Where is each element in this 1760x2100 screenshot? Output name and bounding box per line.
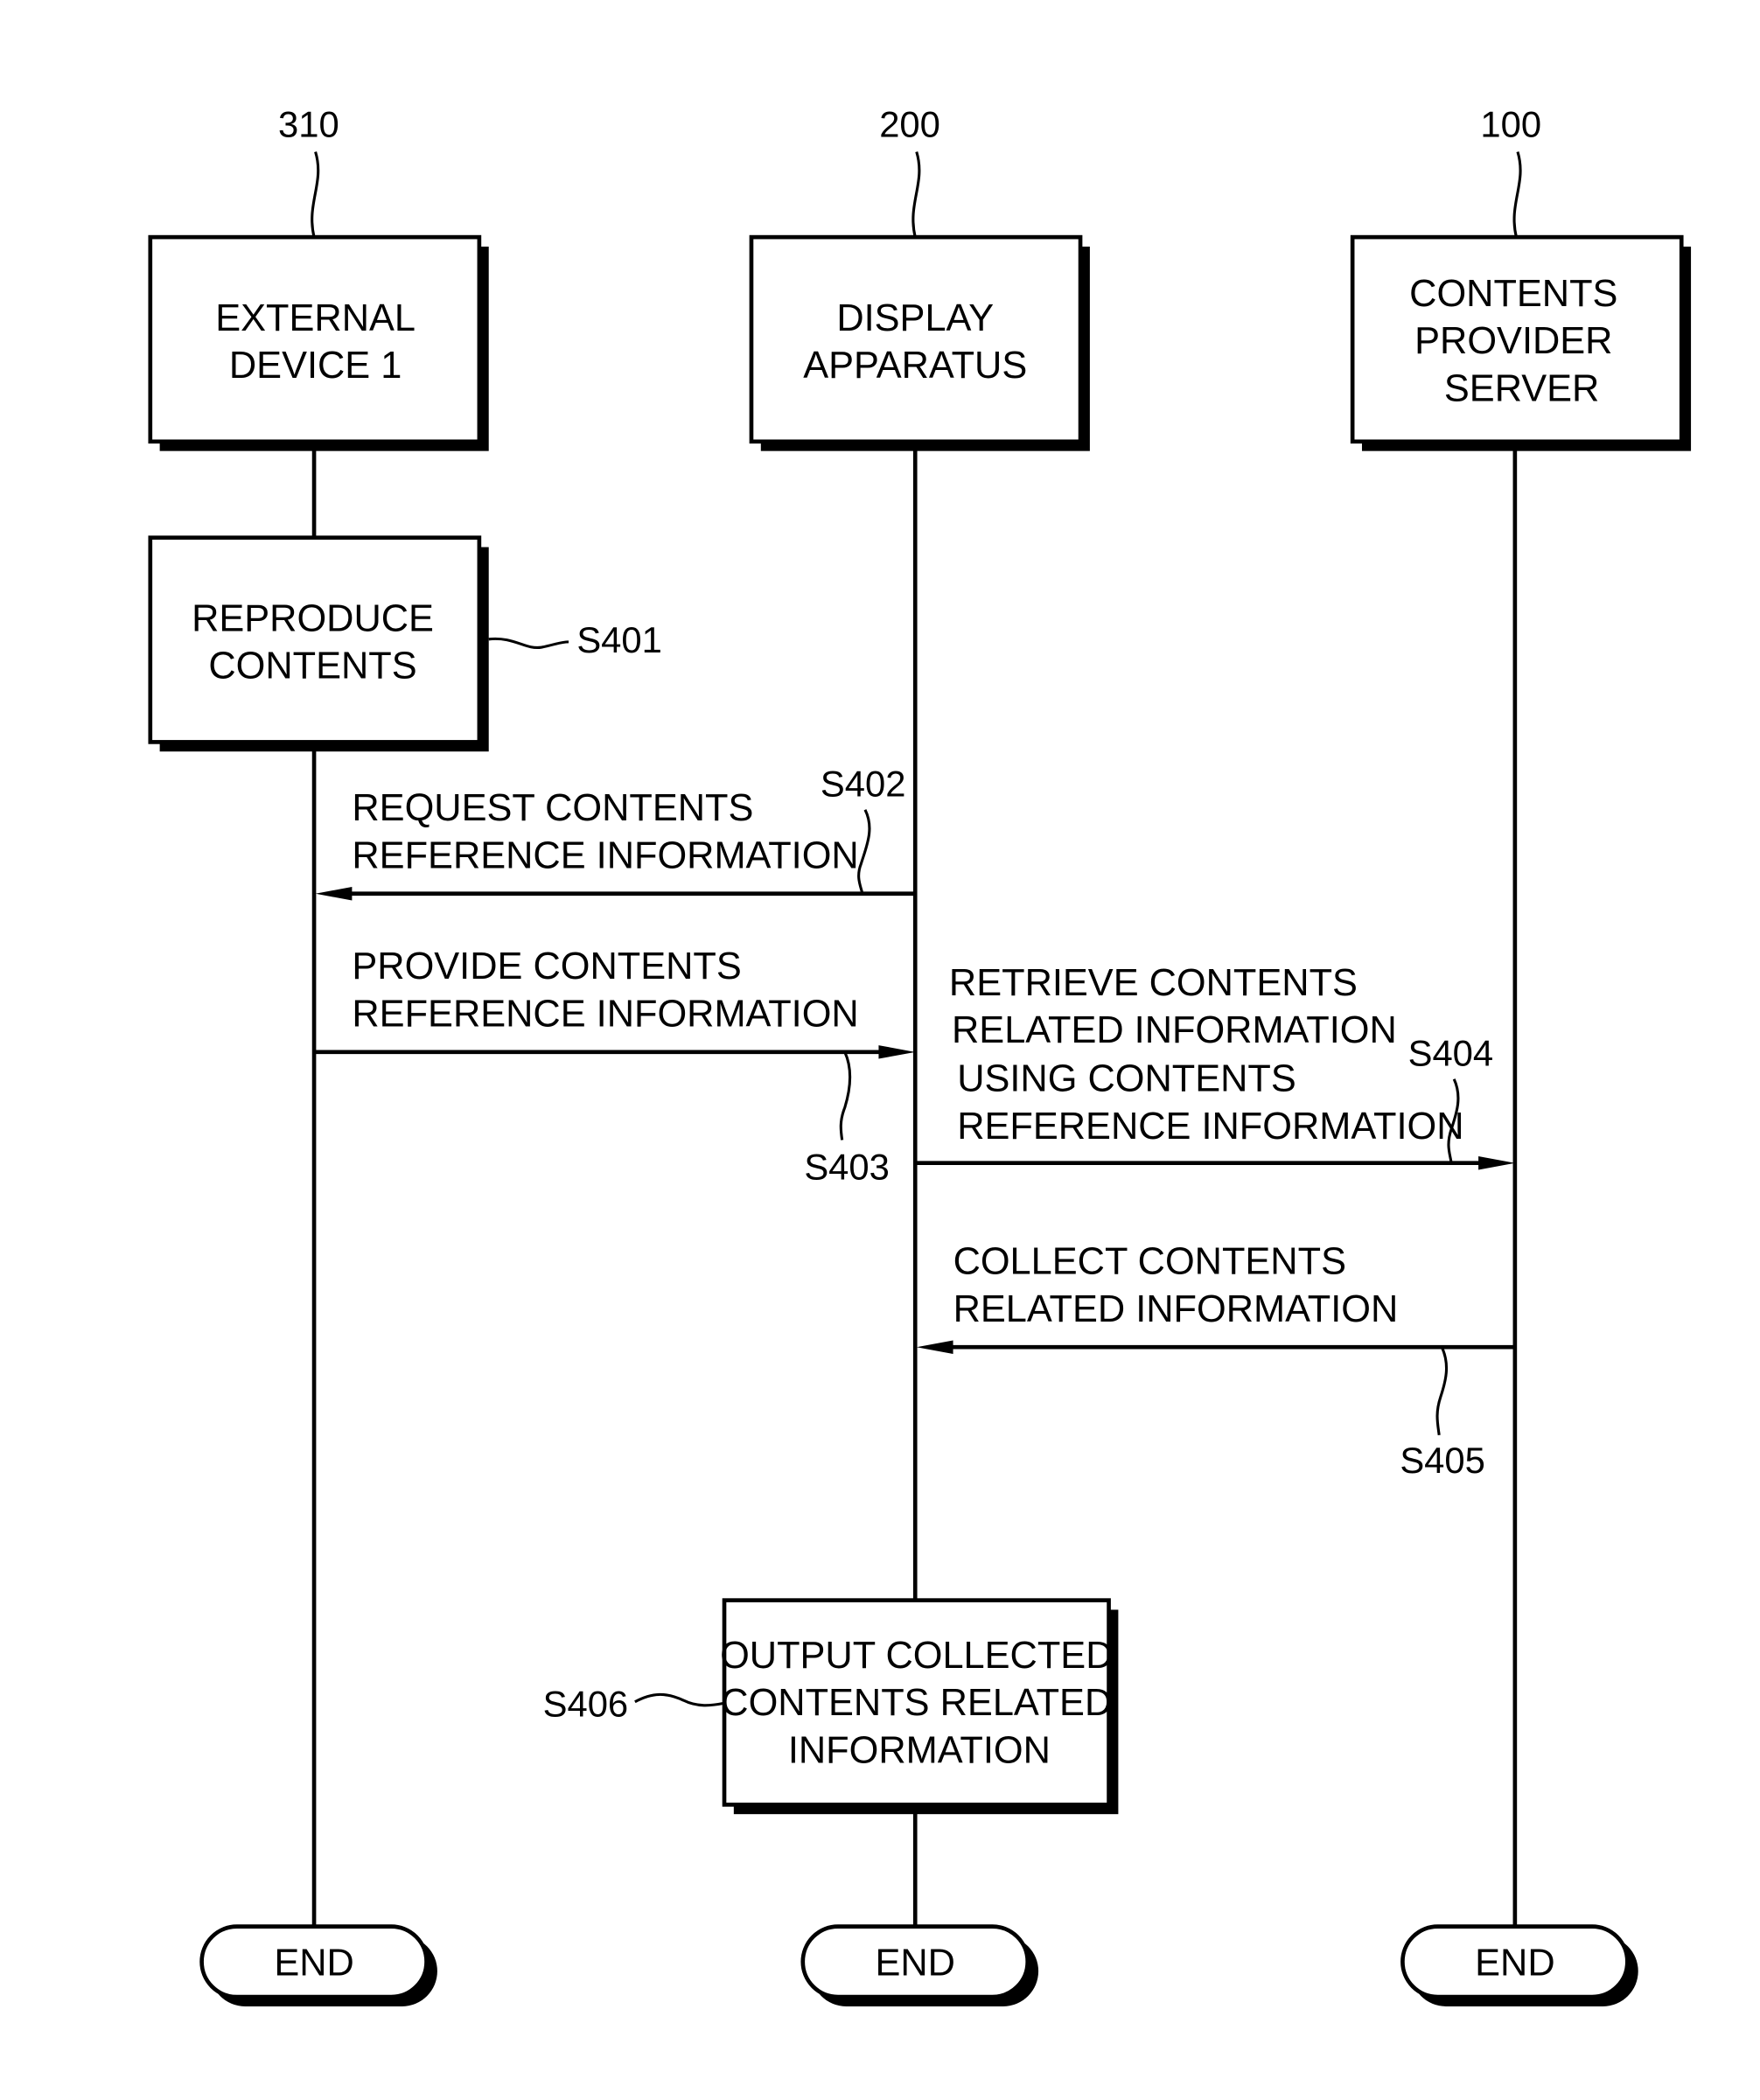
participant-box xyxy=(749,234,1083,444)
participant-ref-label: 200 xyxy=(879,104,940,145)
step-id-label: S405 xyxy=(1400,1440,1485,1481)
participant-label-line-1: DISPLAY xyxy=(836,297,994,339)
message-s405-collect-related-info: COLLECT CONTENTS RELATED INFORMATION S40… xyxy=(916,1241,1515,1481)
message-label-line-2: REFERENCE INFORMATION xyxy=(352,834,858,876)
ref-leader-line xyxy=(311,151,320,238)
end-terminator-display-apparatus: END xyxy=(800,1924,1039,2006)
participant-display-apparatus: 200 DISPLAY APPARATUS xyxy=(749,104,1090,451)
step-s406-output-collected-info: OUTPUT COLLECTED CONTENTS RELATED INFORM… xyxy=(543,1598,1119,1815)
participant-label-line-2: DEVICE 1 xyxy=(229,345,402,387)
step-id-label: S404 xyxy=(1408,1032,1494,1073)
process-box xyxy=(148,535,482,744)
participant-label-line-2: APPARATUS xyxy=(803,345,1027,387)
participant-ref-label: 310 xyxy=(278,104,339,145)
ref-leader-line xyxy=(911,151,921,238)
participant-label-line-1: CONTENTS xyxy=(1409,273,1617,315)
step-label-line-3: INFORMATION xyxy=(788,1729,1051,1771)
step-leader-line xyxy=(857,809,871,895)
step-leader-line xyxy=(488,637,569,650)
step-leader-line xyxy=(1435,1346,1449,1436)
message-label-line-1: COLLECT CONTENTS xyxy=(953,1241,1346,1283)
message-label-line-2: REFERENCE INFORMATION xyxy=(352,993,858,1035)
message-label-line-1: REQUEST CONTENTS xyxy=(352,787,753,829)
message-label-line-3: USING CONTENTS xyxy=(957,1058,1296,1100)
end-label: END xyxy=(1475,1942,1554,1984)
end-terminator-external-device: END xyxy=(199,1924,437,2006)
step-label-line-1: OUTPUT COLLECTED xyxy=(720,1635,1113,1677)
participant-box xyxy=(148,234,482,444)
step-id-label: S402 xyxy=(821,763,906,804)
participant-external-device: 310 EXTERNAL DEVICE 1 xyxy=(148,104,489,451)
arrow-head-icon xyxy=(916,1340,953,1354)
message-label-line-2: RELATED INFORMATION xyxy=(952,1009,1397,1051)
message-label-line-1: RETRIEVE CONTENTS xyxy=(949,962,1358,1004)
message-s404-retrieve-related-info: RETRIEVE CONTENTS RELATED INFORMATION US… xyxy=(915,962,1515,1170)
end-label: END xyxy=(274,1942,353,1984)
message-label-line-1: PROVIDE CONTENTS xyxy=(352,945,741,987)
arrow-head-icon xyxy=(315,887,353,901)
message-label-line-4: REFERENCE INFORMATION xyxy=(957,1106,1463,1148)
step-id-label: S406 xyxy=(543,1684,629,1725)
end-label: END xyxy=(875,1942,954,1984)
participant-ref-label: 100 xyxy=(1480,104,1541,145)
message-s402-request-reference-info: REQUEST CONTENTS REFERENCE INFORMATION S… xyxy=(315,763,916,901)
step-s401-reproduce-contents: REPRODUCE CONTENTS S401 xyxy=(148,535,662,752)
step-label-line-2: CONTENTS xyxy=(208,645,416,687)
message-label-line-2: RELATED INFORMATION xyxy=(953,1288,1399,1330)
step-id-label: S403 xyxy=(804,1146,890,1187)
participant-label-line-3: SERVER xyxy=(1444,367,1599,409)
ref-leader-line xyxy=(1512,151,1522,238)
message-s403-provide-reference-info: PROVIDE CONTENTS REFERENCE INFORMATION S… xyxy=(314,945,916,1187)
step-id-label: S401 xyxy=(576,619,662,660)
step-label-line-1: REPRODUCE xyxy=(192,597,434,639)
participant-label-line-1: EXTERNAL xyxy=(215,297,416,339)
participant-contents-provider-server: 100 CONTENTS PROVIDER SERVER xyxy=(1350,104,1692,451)
arrow-head-icon xyxy=(878,1045,916,1059)
step-leader-line xyxy=(634,1692,725,1707)
sequence-diagram: 310 EXTERNAL DEVICE 1 200 DISPLAY APPARA… xyxy=(148,104,1692,2006)
step-leader-line xyxy=(839,1051,852,1141)
end-terminator-contents-provider-server: END xyxy=(1400,1924,1638,2006)
arrow-head-icon xyxy=(1478,1155,1515,1170)
step-label-line-2: CONTENTS RELATED xyxy=(721,1682,1112,1724)
participant-label-line-2: PROVIDER xyxy=(1414,320,1612,362)
